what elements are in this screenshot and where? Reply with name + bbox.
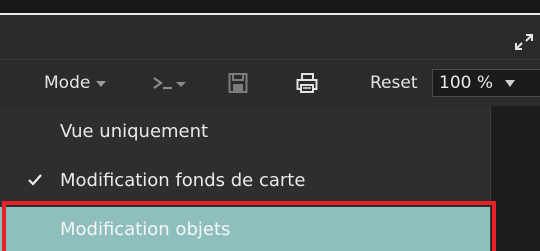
- expand-icon[interactable]: [514, 33, 534, 51]
- app-window: Mode Reset 100 % Vue uniquement Modifica…: [0, 0, 540, 251]
- window-top-band: [0, 0, 540, 14]
- checkmark-icon: [28, 174, 46, 186]
- menu-item-label: Modification objets: [60, 218, 231, 240]
- reset-label: Reset: [370, 73, 418, 93]
- menu-item-modification-objets[interactable]: Modification objets: [0, 207, 490, 251]
- menu-item-modification-fonds[interactable]: Modification fonds de carte: [0, 158, 490, 202]
- script-dropdown-button[interactable]: [152, 60, 188, 106]
- menu-item-vue-uniquement[interactable]: Vue uniquement: [0, 109, 490, 153]
- terminal-icon: [152, 73, 188, 93]
- map-area: [491, 106, 540, 251]
- chevron-down-icon: [505, 79, 516, 87]
- mode-label: Mode: [44, 73, 91, 93]
- mode-dropdown-button[interactable]: Mode: [44, 60, 107, 106]
- zoom-select[interactable]: 100 %: [432, 69, 540, 97]
- print-icon: [296, 72, 318, 94]
- save-icon: [228, 72, 248, 94]
- save-button[interactable]: [228, 60, 248, 106]
- title-bar: [0, 15, 540, 59]
- print-button[interactable]: [296, 60, 318, 106]
- menu-item-label: Modification fonds de carte: [60, 169, 306, 191]
- chevron-down-icon: [96, 81, 107, 87]
- zoom-value: 100 %: [439, 73, 494, 93]
- reset-button[interactable]: Reset: [370, 60, 418, 106]
- menu-item-label: Vue uniquement: [60, 120, 209, 142]
